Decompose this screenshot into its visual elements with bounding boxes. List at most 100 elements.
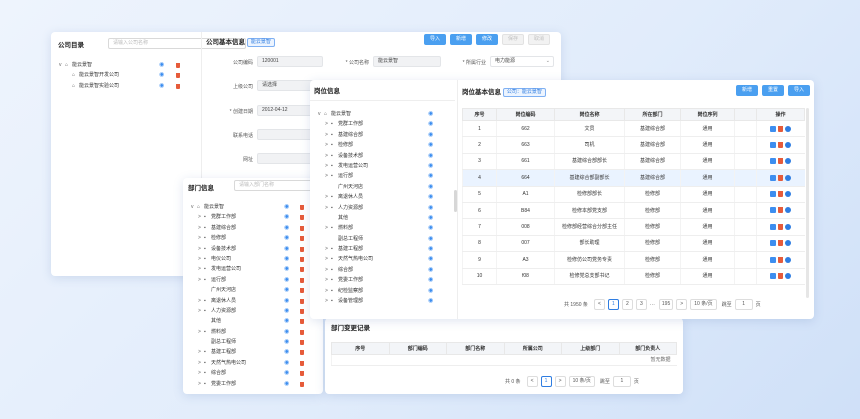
eye-icon[interactable]: ◉ (284, 244, 289, 254)
eye-icon[interactable]: ◉ (284, 264, 289, 274)
info-icon[interactable] (785, 141, 792, 148)
table-row[interactable]: 6 B84 检修本部党支部 检修部 通用 (462, 202, 805, 220)
edit-icon[interactable] (770, 240, 777, 247)
company-btn-3[interactable]: 保存 (502, 34, 524, 45)
company-code-field[interactable]: 120001 (257, 56, 323, 67)
eye-icon[interactable]: ◉ (428, 192, 433, 202)
edit-icon[interactable] (770, 174, 777, 181)
edit-icon[interactable] (770, 125, 777, 132)
tree-node[interactable]: > ▪ 党委工作部 ◉ (310, 275, 442, 285)
tree-node[interactable]: > ▪ 发电运营公司 ◉ (310, 161, 442, 171)
page-size-select[interactable]: 10 条/页 (568, 376, 595, 387)
delete-icon[interactable] (778, 240, 784, 247)
page-size-select[interactable]: 10 条/页 (690, 299, 717, 310)
page-button[interactable]: 2 (621, 299, 633, 310)
post-btn-2[interactable]: 导入 (788, 85, 810, 96)
info-icon[interactable] (785, 174, 792, 181)
table-row[interactable]: 9 A3 检修仿公司党务专责 检修部 通用 (462, 251, 805, 269)
edit-icon[interactable] (770, 223, 777, 230)
eye-icon[interactable]: ◉ (284, 254, 289, 264)
eye-icon[interactable]: ◉ (428, 182, 433, 192)
table-row[interactable]: 2 663 司机 基建综合部 通用 (462, 136, 805, 154)
tree-node[interactable]: 广州天河店 ◉ (310, 182, 442, 192)
eye-icon[interactable]: ◉ (428, 171, 433, 181)
eye-icon[interactable]: ◉ (428, 234, 433, 244)
delete-icon[interactable] (778, 207, 784, 214)
goto-page-input[interactable]: 1 (734, 299, 753, 310)
next-page-button[interactable]: > (554, 376, 566, 387)
info-icon[interactable] (785, 223, 792, 230)
tree-node[interactable]: > ▪ 党委工作部 ◉ (183, 379, 323, 389)
delete-icon[interactable] (300, 225, 304, 231)
eye-icon[interactable]: ◉ (284, 327, 289, 337)
delete-icon[interactable] (300, 205, 304, 210)
company-btn-2[interactable]: 修改 (476, 34, 498, 45)
info-icon[interactable] (785, 125, 792, 132)
delete-icon[interactable] (176, 63, 180, 68)
eye-icon[interactable]: ◉ (428, 203, 433, 213)
eye-icon[interactable]: ◉ (284, 337, 289, 347)
eye-icon[interactable]: ◉ (159, 60, 164, 70)
eye-icon[interactable]: ◉ (428, 296, 433, 306)
tree-node[interactable]: > ▪ 天然气热电公司 ◉ (183, 358, 323, 368)
tree-node[interactable]: 其他 ◉ (310, 213, 442, 223)
table-row[interactable]: 3 661 基建综合部部长 基建综合部 通用 (462, 153, 805, 171)
tree-node[interactable]: > ▪ 发电运营公司 ◉ (183, 264, 323, 274)
edit-icon[interactable] (770, 207, 777, 214)
table-row[interactable]: 8 007 部长助理 检修部 通用 (462, 235, 805, 253)
column-header[interactable]: 序号 (462, 108, 497, 121)
column-header[interactable]: 岗位编码 (496, 108, 555, 121)
delete-icon[interactable] (300, 319, 304, 325)
info-icon[interactable] (785, 207, 792, 214)
page-ellipsis[interactable]: ··· (650, 302, 655, 308)
delete-icon[interactable] (778, 141, 784, 148)
delete-icon[interactable] (300, 246, 304, 252)
tree-node[interactable]: 其他 ◉ (183, 316, 323, 326)
eye-icon[interactable]: ◉ (428, 213, 433, 223)
tree-node[interactable]: > ▪ 检修部 ◉ (310, 140, 442, 150)
tree-node[interactable]: > ▪ 电仪公司 ◉ (183, 254, 323, 264)
eye-icon[interactable]: ◉ (159, 70, 164, 80)
delete-icon[interactable] (300, 215, 304, 221)
eye-icon[interactable]: ◉ (428, 286, 433, 296)
edit-icon[interactable] (770, 158, 777, 165)
delete-icon[interactable] (300, 350, 304, 356)
post-btn-1[interactable]: 重置 (762, 85, 784, 96)
delete-icon[interactable] (778, 158, 784, 165)
edit-icon[interactable] (770, 273, 777, 280)
eye-icon[interactable]: ◉ (284, 285, 289, 295)
delete-icon[interactable] (300, 340, 304, 346)
delete-icon[interactable] (300, 277, 304, 283)
delete-icon[interactable] (778, 273, 784, 280)
tree-node[interactable]: > ▪ 离退休人员 ◉ (310, 192, 442, 202)
info-icon[interactable] (785, 158, 792, 165)
edit-icon[interactable] (770, 191, 777, 198)
page-button[interactable]: 1 (540, 376, 552, 387)
tree-node[interactable]: > ▪ 燃料部 ◉ (183, 327, 323, 337)
column-header[interactable]: 上级部门 (561, 342, 620, 355)
table-row[interactable]: 7 008 检修部经营综合分部主任 检修部 通用 (462, 218, 805, 236)
delete-icon[interactable] (778, 174, 784, 181)
table-row[interactable]: 5 A1 检修部部长 检修部 通用 (462, 186, 805, 203)
eye-icon[interactable]: ◉ (428, 275, 433, 285)
tree-node[interactable]: > ▪ 离退休人员 ◉ (183, 296, 323, 306)
eye-icon[interactable]: ◉ (428, 265, 433, 275)
tree-node[interactable]: > ▪ 基建综合部 ◉ (183, 223, 323, 233)
tree-node[interactable]: > ▪ 运行部 ◉ (310, 171, 442, 181)
info-icon[interactable] (785, 191, 792, 198)
delete-icon[interactable] (300, 329, 304, 335)
post-table-scrollbar[interactable] (806, 108, 809, 298)
tree-node[interactable]: > ▪ 设备技术部 ◉ (310, 151, 442, 161)
delete-icon[interactable] (300, 288, 304, 294)
tree-node[interactable]: > ▪ 纪检监察部 ◉ (310, 286, 442, 296)
eye-icon[interactable]: ◉ (428, 244, 433, 254)
column-header[interactable]: 序号 (331, 342, 390, 355)
delete-icon[interactable] (778, 125, 784, 132)
tree-node[interactable]: v ⌂ 能云景智 ◉ (183, 202, 323, 212)
column-header[interactable]: 岗位序列 (680, 108, 735, 121)
page-button[interactable]: 3 (635, 299, 647, 310)
eye-icon[interactable]: ◉ (284, 202, 289, 212)
info-icon[interactable] (785, 273, 792, 280)
eye-icon[interactable]: ◉ (284, 379, 289, 389)
info-icon[interactable] (785, 256, 792, 263)
